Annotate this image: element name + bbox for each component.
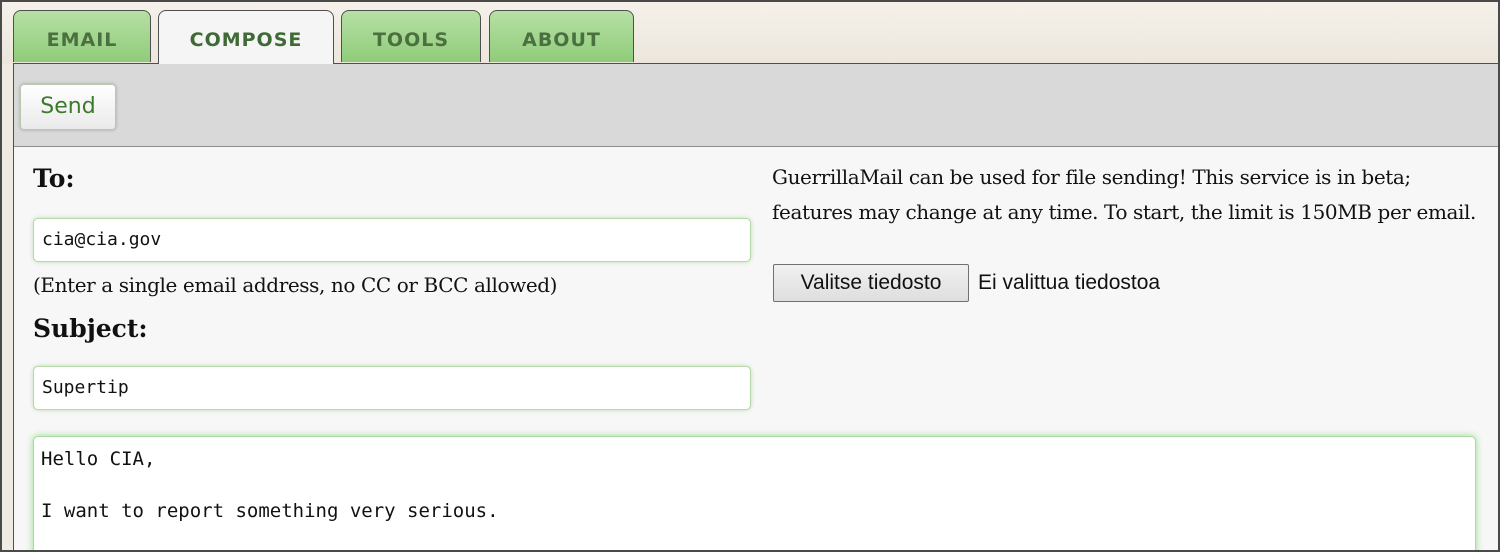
- compose-toolbar: Send: [14, 64, 1498, 147]
- message-body-textarea[interactable]: Hello CIA, I want to report something ve…: [33, 436, 1476, 550]
- page-frame: EMAIL COMPOSE TOOLS ABOUT Send To: cia@c…: [0, 0, 1500, 552]
- tab-tools[interactable]: TOOLS: [341, 10, 481, 62]
- tab-email[interactable]: EMAIL: [13, 10, 151, 62]
- send-button[interactable]: Send: [20, 84, 116, 130]
- tab-about[interactable]: ABOUT: [489, 10, 634, 62]
- choose-file-button[interactable]: Valitse tiedosto: [773, 264, 969, 302]
- subject-label: Subject:: [33, 314, 148, 343]
- file-sending-info: GuerrillaMail can be used for file sendi…: [772, 165, 1476, 224]
- to-label: To:: [33, 164, 75, 193]
- tab-compose[interactable]: COMPOSE: [158, 10, 334, 64]
- to-hint: (Enter a single email address, no CC or …: [33, 273, 558, 297]
- subject-input[interactable]: Supertip: [33, 366, 751, 410]
- to-input[interactable]: cia@cia.gov: [33, 218, 751, 262]
- file-status-text: Ei valittua tiedostoa: [978, 271, 1161, 294]
- compose-panel: Send To: cia@cia.gov (Enter a single ema…: [13, 63, 1498, 550]
